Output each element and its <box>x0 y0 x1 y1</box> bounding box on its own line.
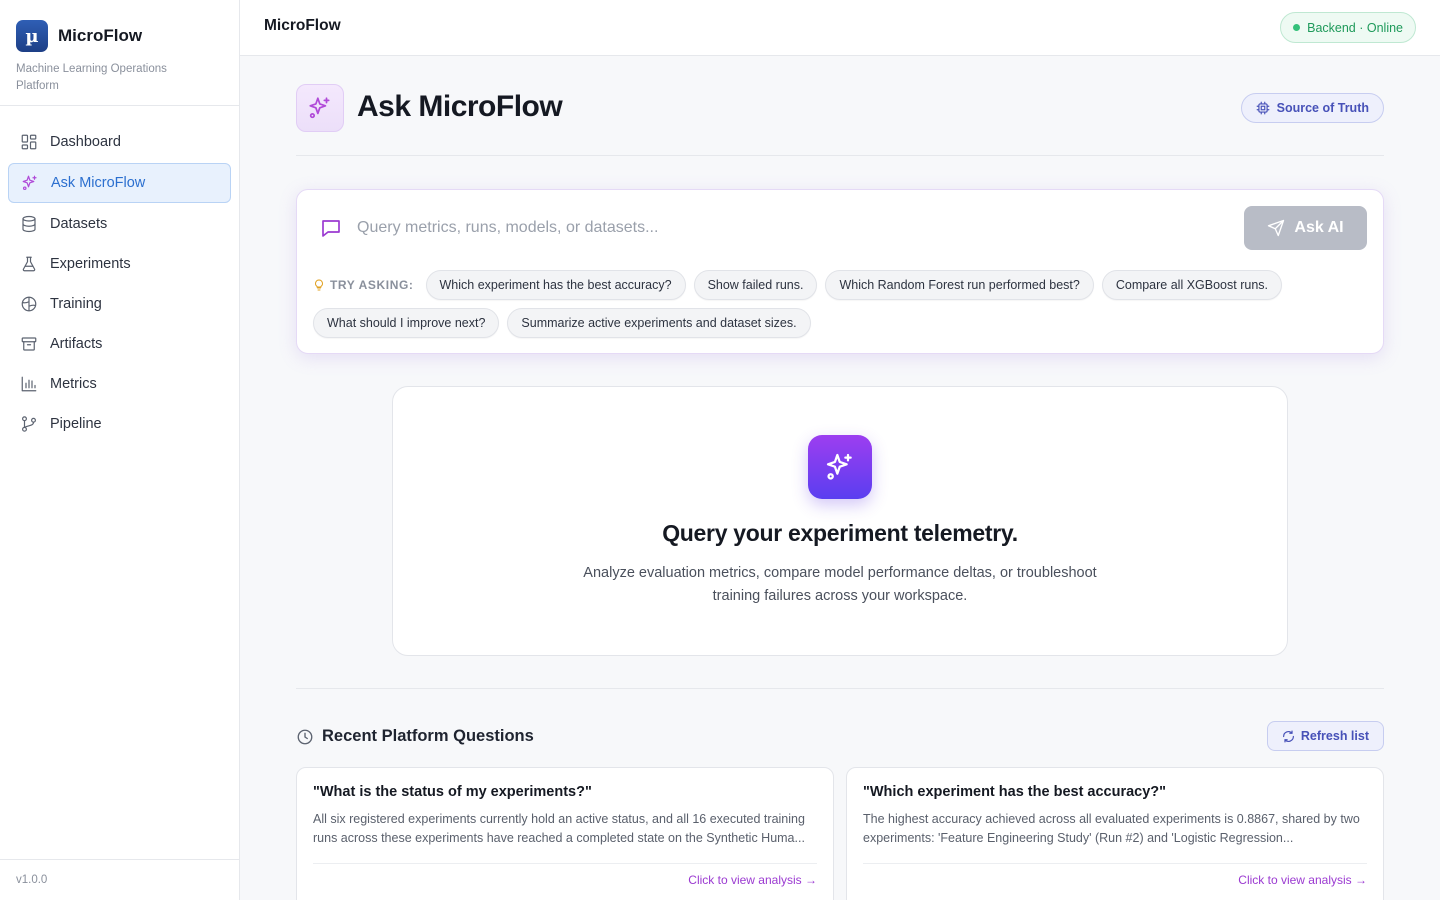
sidebar-item-label: Datasets <box>50 216 108 232</box>
source-of-truth-label: Source of Truth <box>1276 101 1369 115</box>
sidebar: µ MicroFlow Machine Learning Operations … <box>0 0 240 900</box>
send-icon <box>1268 219 1285 237</box>
clock-icon <box>297 729 313 745</box>
archive-icon <box>21 337 37 351</box>
sparkles-icon <box>22 175 37 191</box>
recent-question-card[interactable]: "Which experiment has the best accuracy?… <box>846 767 1384 900</box>
sidebar-item-artifacts[interactable]: Artifacts <box>8 324 231 364</box>
bar-chart-icon <box>21 376 37 392</box>
recent-question-answer: The highest accuracy achieved across all… <box>863 812 1360 845</box>
recent-question-title: "What is the status of my experiments?" <box>313 784 592 800</box>
backend-status-text: Backend · Online <box>1307 20 1403 35</box>
version-label: v1.0.0 <box>0 859 239 900</box>
recent-question-title: "Which experiment has the best accuracy?… <box>863 784 1167 800</box>
brand-subtitle: Machine Learning Operations Platform <box>16 63 167 92</box>
brand-logo-icon: µ <box>16 20 48 52</box>
database-icon <box>22 215 36 233</box>
refresh-list-label: Refresh list <box>1300 729 1369 743</box>
brain-icon <box>21 296 37 312</box>
empty-state-title: Query your experiment telemetry. <box>662 520 1018 546</box>
flask-icon <box>22 256 36 272</box>
sidebar-item-label: Metrics <box>50 376 97 392</box>
divider <box>863 863 1367 864</box>
ask-ai-label: Ask AI <box>1294 219 1344 236</box>
view-analysis-link[interactable]: Click to view analysis → <box>688 873 817 887</box>
view-analysis-link[interactable]: Click to view analysis → <box>1238 873 1367 887</box>
recent-question-card[interactable]: "What is the status of my experiments?" … <box>296 767 834 900</box>
sidebar-item-label: Training <box>50 296 102 312</box>
suggestion-chip[interactable]: Summarize active experiments and dataset… <box>507 308 811 338</box>
sidebar-item-label: Artifacts <box>50 336 103 352</box>
empty-state-description: Analyze evaluation metrics, compare mode… <box>583 565 1097 604</box>
topbar: MicroFlow Backend · Online <box>240 0 1440 56</box>
git-branch-icon <box>22 416 36 432</box>
source-of-truth-button[interactable]: Source of Truth <box>1240 93 1384 123</box>
lightbulb-icon <box>315 279 323 291</box>
empty-state-card: Query your experiment telemetry. Analyze… <box>392 386 1288 656</box>
brand-name: MicroFlow <box>58 26 143 45</box>
sidebar-item-datasets[interactable]: Datasets <box>8 204 231 244</box>
recent-question-answer: All six registered experiments currently… <box>313 812 805 845</box>
sidebar-item-experiments[interactable]: Experiments <box>8 244 231 284</box>
try-asking-label: TRY ASKING: <box>313 278 414 292</box>
sidebar-nav: Dashboard Ask MicroFlow Datasets Experim… <box>0 106 239 444</box>
message-square-icon <box>322 220 340 237</box>
brand: µ MicroFlow Machine Learning Operations … <box>0 0 239 106</box>
page-title: Ask MicroFlow <box>357 90 563 123</box>
query-input[interactable] <box>357 219 1227 237</box>
sparkles-icon <box>808 435 872 499</box>
suggestion-chip[interactable]: Compare all XGBoost runs. <box>1101 270 1282 300</box>
sidebar-item-training[interactable]: Training <box>8 284 231 324</box>
recent-questions-header: Recent Platform Questions Refresh list <box>296 721 1384 751</box>
ask-ai-button[interactable]: Ask AI <box>1244 206 1367 250</box>
recent-questions-title: Recent Platform Questions <box>322 727 534 745</box>
sidebar-item-label: Dashboard <box>50 134 121 150</box>
suggestion-chip[interactable]: Which experiment has the best accuracy? <box>425 270 686 300</box>
suggestion-chip[interactable]: Show failed runs. <box>693 270 818 300</box>
sparkles-icon <box>296 84 344 132</box>
refresh-list-button[interactable]: Refresh list <box>1266 721 1384 751</box>
status-dot-icon <box>1293 24 1301 31</box>
divider <box>313 863 817 864</box>
sidebar-item-ask-microflow[interactable]: Ask MicroFlow <box>8 163 231 203</box>
suggestion-chip[interactable]: Which Random Forest run performed best? <box>825 270 1094 300</box>
topbar-title: MicroFlow <box>264 17 341 34</box>
suggestions: TRY ASKING: Which experiment has the bes… <box>313 270 1313 338</box>
grid-icon <box>21 134 37 150</box>
sidebar-item-dashboard[interactable]: Dashboard <box>8 122 231 162</box>
suggestion-chip[interactable]: What should I improve next? <box>313 308 500 338</box>
sidebar-item-label: Ask MicroFlow <box>51 175 146 191</box>
cpu-icon <box>1256 101 1270 115</box>
backend-status-badge: Backend · Online <box>1280 12 1416 43</box>
sidebar-item-metrics[interactable]: Metrics <box>8 364 231 404</box>
query-card: Ask AI TRY ASKING: Which experiment has … <box>296 189 1384 354</box>
divider <box>296 688 1384 689</box>
main-content: Ask MicroFlow Source of Truth Ask AI TRY… <box>296 56 1384 900</box>
page-header: Ask MicroFlow Source of Truth <box>296 56 1384 156</box>
sidebar-item-label: Pipeline <box>50 416 102 432</box>
sidebar-item-pipeline[interactable]: Pipeline <box>8 404 231 444</box>
sidebar-item-label: Experiments <box>50 256 131 272</box>
refresh-icon <box>1282 729 1294 743</box>
